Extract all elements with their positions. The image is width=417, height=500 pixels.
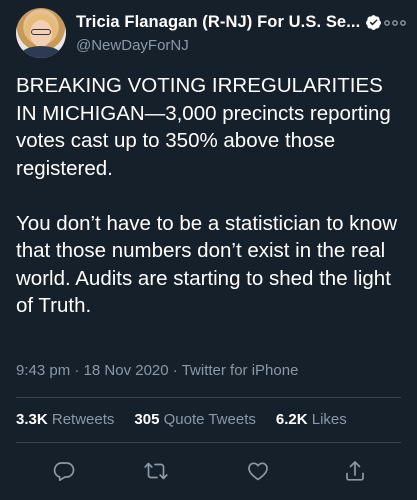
like-button[interactable] [242,455,274,487]
likes-count: 6.2K [275,411,308,428]
retweet-button[interactable] [140,455,172,487]
tweet-header: Tricia Flanagan (R-NJ) For U.S. Se... @N… [16,6,407,62]
tweet-text: BREAKING VOTING IRREGULARITIES IN MICHIG… [16,74,398,317]
retweets-count: 3.3K [16,411,48,428]
author-name-row: Tricia Flanagan (R-NJ) For U.S. Se... [76,13,382,32]
quote-tweets-label: Quote Tweets [163,411,256,428]
tweet-source[interactable]: Twitter for iPhone [182,362,299,379]
avatar[interactable] [16,8,66,58]
retweets-stat[interactable]: 3.3K Retweets [16,411,114,428]
heart-icon [248,462,268,481]
retweet-icon [144,462,168,480]
tweet: Tricia Flanagan (R-NJ) For U.S. Se... @N… [0,0,417,500]
retweets-label: Retweets [51,411,115,428]
meta-separator: · [172,362,182,379]
likes-stat[interactable]: 6.2K Likes [276,411,347,428]
quote-tweets-stat[interactable]: 305 Quote Tweets [134,411,255,428]
tweet-stats: 3.3K Retweets 305 Quote Tweets 6.2K Like… [16,411,347,428]
verified-badge-icon [366,15,382,30]
author-handle[interactable]: @NewDayForNJ [76,37,189,54]
share-button[interactable] [339,455,371,487]
divider [16,397,401,398]
tweet-date[interactable]: 18 Nov 2020 [84,362,169,379]
divider [16,442,401,443]
reply-button[interactable] [48,455,80,487]
quote-tweets-count: 305 [134,411,160,428]
reply-icon [53,462,75,482]
author-display-name[interactable]: Tricia Flanagan (R-NJ) For U.S. Se... [76,13,360,32]
more-icon[interactable] [383,17,407,29]
tweet-actions [0,455,417,487]
share-icon [346,461,364,481]
likes-label: Likes [311,411,347,428]
tweet-metadata: 9:43 pm · 18 Nov 2020 · Twitter for iPho… [16,362,298,379]
tweet-time[interactable]: 9:43 pm [16,362,70,379]
meta-separator: · [74,362,84,379]
